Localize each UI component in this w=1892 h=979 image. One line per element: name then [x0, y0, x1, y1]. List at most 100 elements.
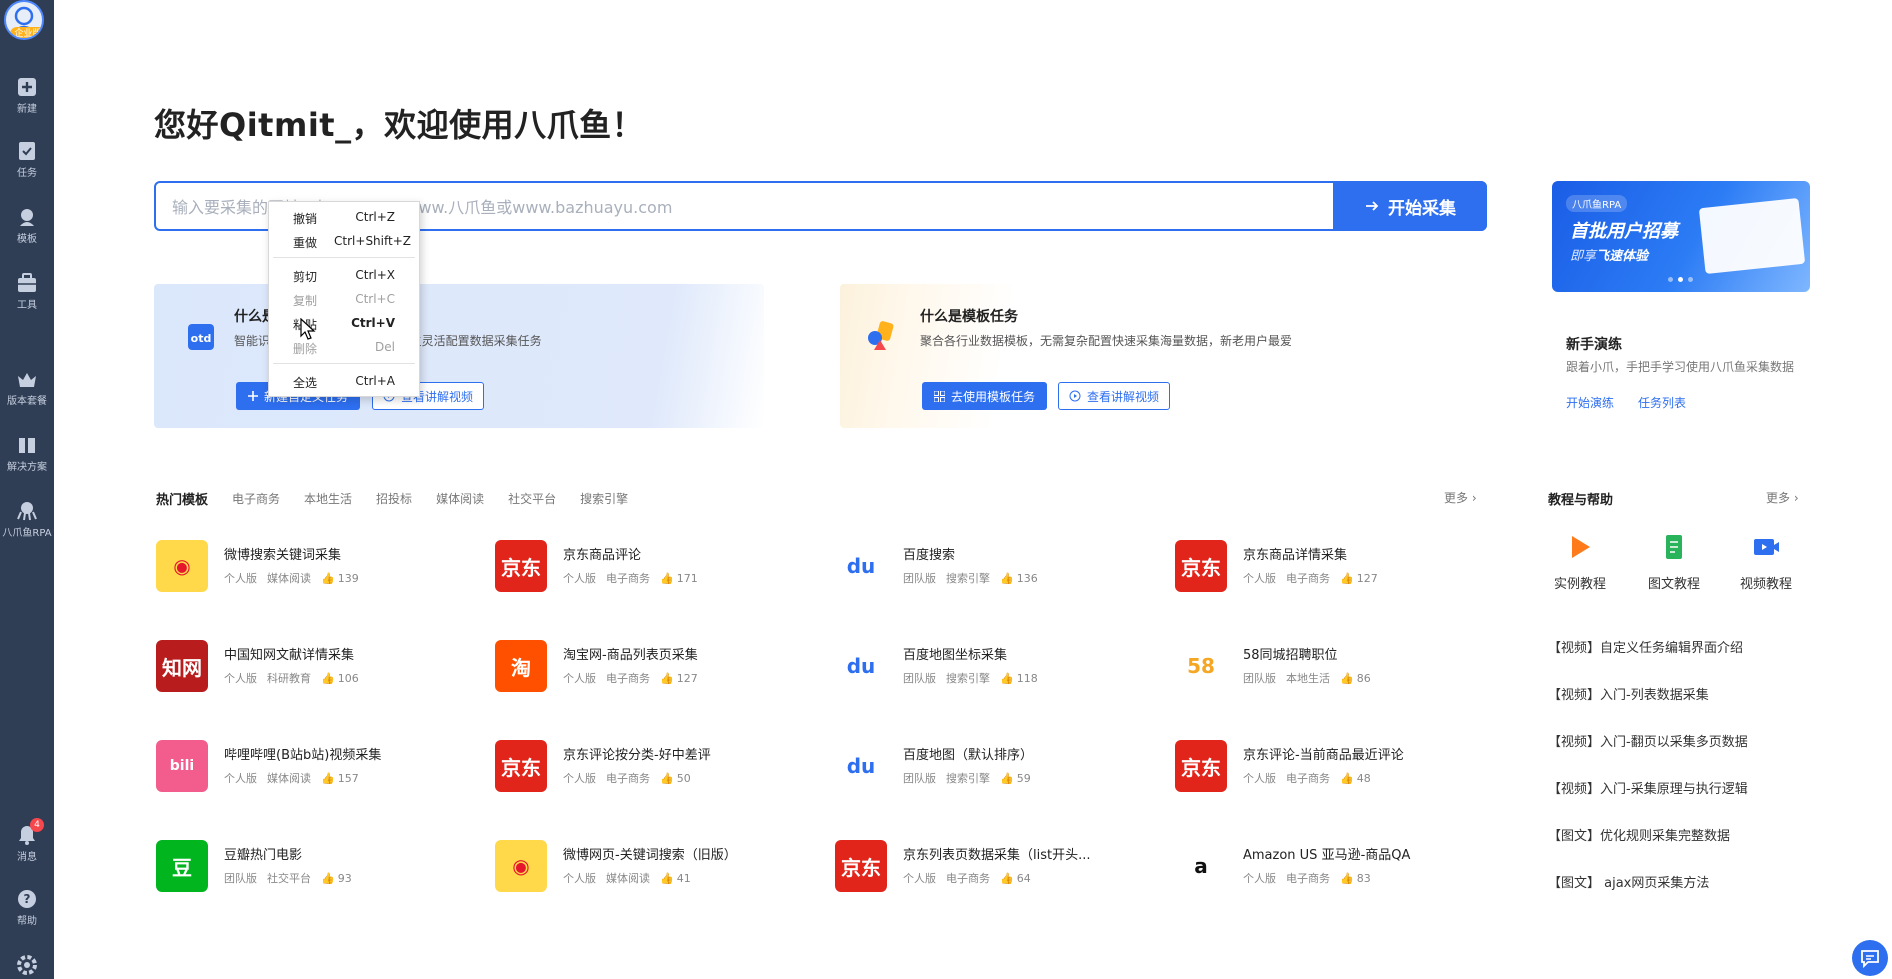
- sidebar-item-help[interactable]: ? 帮助: [0, 888, 54, 938]
- template-card[interactable]: 京东 京东商品详情采集 个人版 电子商务 👍 127: [1175, 540, 1505, 596]
- template-category: 电子商务: [946, 872, 990, 885]
- menu-shortcut: Del: [375, 340, 395, 354]
- tab-local-life[interactable]: 本地生活: [304, 490, 352, 507]
- template-category: 搜索引擎: [946, 572, 990, 585]
- video-tutorials[interactable]: 视频教程: [1728, 533, 1804, 592]
- menu-item-redo[interactable]: 重做 Ctrl+Shift+Z: [269, 230, 419, 252]
- template-card[interactable]: du 百度地图（默认排序） 团队版 搜索引擎 👍 59: [835, 740, 1165, 796]
- use-template-button[interactable]: 去使用模板任务: [922, 382, 1048, 410]
- banner-sub-prefix: 即享: [1570, 249, 1597, 264]
- rpa-promo-banner[interactable]: 八爪鱼RPA 首批用户招募 即享飞速体验: [1552, 181, 1810, 292]
- sidebar-item-template[interactable]: 模板: [0, 206, 54, 256]
- graphic-tutorials[interactable]: 图文教程: [1636, 533, 1712, 592]
- tab-ecommerce[interactable]: 电子商务: [232, 490, 280, 507]
- grid-icon: [934, 390, 945, 402]
- baidu-logo-icon: du: [835, 540, 887, 592]
- template-video-button[interactable]: 查看讲解视频: [1058, 382, 1171, 410]
- chat-support-button[interactable]: [1852, 940, 1888, 976]
- menu-item-delete[interactable]: 删除 Del: [269, 336, 419, 358]
- help-more-link[interactable]: 更多 ›: [1766, 489, 1799, 506]
- template-card[interactable]: du 百度搜索团队版 搜索引擎 👍 136: [835, 540, 1165, 596]
- template-card[interactable]: 京东 京东列表页数据采集（list开头... 个人版 电子商务 👍 64: [835, 840, 1165, 896]
- plus-square-icon: [18, 78, 36, 96]
- template-card[interactable]: 京东 京东评论-当前商品最近评论 个人版 电子商务 👍 48: [1175, 740, 1505, 796]
- plus-icon: [248, 391, 258, 401]
- thumbs-up-icon: 👍: [1000, 572, 1014, 585]
- templates-more-link[interactable]: 更多 ›: [1444, 489, 1477, 506]
- template-likes: 171: [676, 572, 698, 585]
- start-collect-button[interactable]: 开始采集: [1333, 181, 1487, 231]
- more-label: 更多: [1766, 491, 1791, 505]
- carousel-dot-active[interactable]: [1678, 277, 1683, 282]
- template-card[interactable]: 豆 豆瓣热门电影 团队版 社交平台 👍 93: [156, 840, 486, 896]
- tab-social[interactable]: 社交平台: [508, 490, 556, 507]
- avatar[interactable]: 企业版: [4, 0, 44, 40]
- template-name: 百度搜索: [903, 548, 956, 563]
- menu-label: 撤销: [293, 212, 318, 226]
- thumbs-up-icon: 👍: [660, 572, 674, 585]
- play-circle-icon: [1069, 390, 1081, 402]
- template-likes: 127: [1356, 572, 1378, 585]
- menu-item-cut[interactable]: 剪切 Ctrl+X: [269, 264, 419, 286]
- help-link[interactable]: 【图文】 ajax网页采集方法: [1548, 872, 1709, 891]
- help-link[interactable]: 【视频】入门-采集原理与执行逻辑: [1548, 778, 1748, 797]
- template-likes: 59: [1016, 772, 1031, 785]
- template-card[interactable]: ◉ 微博搜索关键词采集 个人版 媒体阅读 👍 139: [156, 540, 486, 596]
- template-name: 京东评论按分类-好中差评: [563, 748, 711, 763]
- template-card[interactable]: 京东 京东商品评论 个人版 电子商务 👍 171: [495, 540, 825, 596]
- template-edition: 团队版: [903, 672, 936, 685]
- menu-label: 删除: [293, 342, 318, 356]
- template-edition: 个人版: [1243, 572, 1276, 585]
- sidebar-item-task[interactable]: 任务: [0, 140, 54, 190]
- sidebar-item-label: 解决方案: [7, 462, 47, 473]
- template-name: 58同城招聘职位: [1243, 648, 1338, 663]
- help-link[interactable]: 【图文】优化规则采集完整数据: [1548, 825, 1730, 844]
- banner-title: 首批用户招募: [1570, 221, 1678, 242]
- tab-bidding[interactable]: 招投标: [376, 490, 412, 507]
- weibo-logo-icon: ◉: [156, 540, 208, 592]
- banner-tag: 八爪鱼RPA: [1566, 195, 1628, 212]
- menu-item-copy[interactable]: 复制 Ctrl+C: [269, 288, 419, 310]
- template-meta: 个人版 媒体阅读 👍 139: [224, 570, 369, 586]
- tab-search-engine[interactable]: 搜索引擎: [580, 490, 628, 507]
- start-practice-link[interactable]: 开始演练: [1566, 394, 1614, 411]
- help-link[interactable]: 【视频】入门-翻页以采集多页数据: [1548, 731, 1748, 750]
- menu-item-undo[interactable]: 撤销 Ctrl+Z: [269, 206, 419, 228]
- template-likes: 136: [1016, 572, 1038, 585]
- template-card[interactable]: du 百度地图坐标采集 团队版 搜索引擎 👍 118: [835, 640, 1165, 696]
- sidebar-item-solutions[interactable]: 解决方案: [0, 434, 54, 484]
- sidebar-item-messages[interactable]: 4 消息: [0, 818, 54, 874]
- template-meta: 团队版 搜索引擎 👍 59: [903, 770, 1041, 786]
- template-name: 中国知网文献详情采集: [224, 648, 355, 663]
- template-card[interactable]: bili 哔哩哔哩(B站b站)视频采集 个人版 媒体阅读 👍 157: [156, 740, 486, 796]
- sidebar-item-settings[interactable]: [0, 954, 54, 979]
- task-list-link[interactable]: 任务列表: [1638, 394, 1686, 411]
- thumbs-up-icon: 👍: [1000, 772, 1014, 785]
- thumbs-up-icon: 👍: [1340, 672, 1354, 685]
- template-card[interactable]: 京东 京东评论按分类-好中差评 个人版 电子商务 👍 50: [495, 740, 825, 796]
- thumbs-up-icon: 👍: [1340, 572, 1354, 585]
- template-edition: 团队版: [903, 572, 936, 585]
- jd-logo-icon: 京东: [1175, 540, 1227, 592]
- template-card[interactable]: 知网 中国知网文献详情采集 个人版 科研教育 👍 106: [156, 640, 486, 696]
- banner-carousel-dots[interactable]: [1668, 277, 1693, 282]
- sidebar-item-tools[interactable]: 工具: [0, 272, 54, 322]
- template-card[interactable]: 淘 淘宝网-商品列表页采集 个人版 电子商务 👍 127: [495, 640, 825, 696]
- sidebar-item-rpa[interactable]: 八爪鱼RPA: [0, 500, 54, 550]
- tab-hot[interactable]: 热门模板: [156, 489, 208, 508]
- menu-item-select-all[interactable]: 全选 Ctrl+A: [269, 370, 419, 392]
- template-card[interactable]: ◉ 微博网页-关键词搜索（旧版） 个人版 媒体阅读 👍 41: [495, 840, 825, 896]
- help-link[interactable]: 【视频】自定义任务编辑界面介绍: [1548, 637, 1743, 656]
- help-link[interactable]: 【视频】入门-列表数据采集: [1548, 684, 1709, 703]
- sidebar-item-new[interactable]: 新建: [0, 76, 54, 126]
- menu-item-paste[interactable]: 粘贴Ctrl+V: [269, 312, 419, 334]
- sidebar-item-plans[interactable]: 版本套餐: [0, 368, 54, 418]
- jd-logo-icon: 京东: [495, 540, 547, 592]
- template-card[interactable]: a Amazon US 亚马逊-商品QA 个人版 电子商务 👍 83: [1175, 840, 1505, 896]
- tab-media[interactable]: 媒体阅读: [436, 490, 484, 507]
- template-card[interactable]: 58 58同城招聘职位 团队版 本地生活 👍 86: [1175, 640, 1505, 696]
- template-task-card: 什么是模板任务 聚合各行业数据模板，无需复杂配置快速采集海量数据，新老用户最爱 …: [840, 284, 1450, 428]
- example-tutorials[interactable]: 实例教程: [1542, 533, 1618, 592]
- carousel-dot[interactable]: [1688, 277, 1693, 282]
- carousel-dot[interactable]: [1668, 277, 1673, 282]
